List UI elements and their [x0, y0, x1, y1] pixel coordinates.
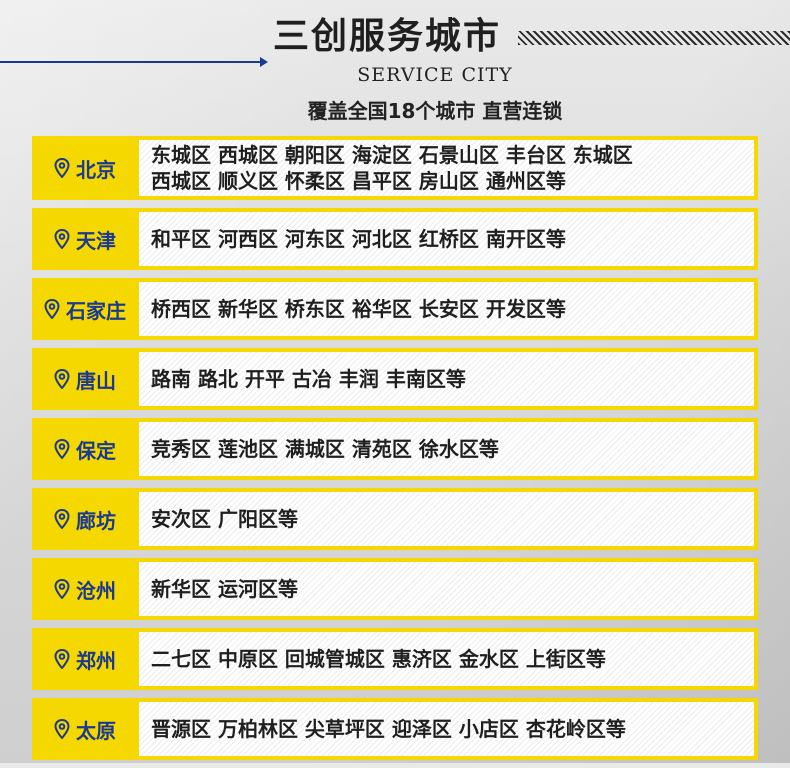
city-label: 廊坊	[32, 488, 138, 550]
city-list: 北京 东城区 西城区 朝阳区 海淀区 石景山区 丰台区 东城区 西城区 顺义区 …	[32, 136, 758, 768]
city-label: 保定	[32, 418, 138, 480]
district-text: 晋源区 万柏林区 尖草坪区 迎泽区 小店区 杏花岭区等	[151, 717, 626, 741]
location-pin-icon	[54, 649, 70, 669]
city-label: 天津	[32, 208, 138, 270]
city-label: 沧州	[32, 558, 138, 620]
city-label: 郑州	[32, 628, 138, 690]
city-name: 沧州	[76, 578, 116, 603]
city-label: 太原	[32, 698, 138, 760]
district-list: 新华区 运河区等	[139, 562, 754, 616]
city-row-langfang: 廊坊 安次区 广阳区等	[32, 488, 758, 550]
city-name: 廊坊	[76, 508, 116, 533]
location-pin-icon	[54, 158, 70, 178]
city-row-taiyuan: 太原 晋源区 万柏林区 尖草坪区 迎泽区 小店区 杏花岭区等	[32, 698, 758, 760]
city-label: 唐山	[32, 348, 138, 410]
hatch-decoration	[518, 31, 790, 45]
city-label: 北京	[32, 136, 138, 200]
location-pin-icon	[54, 439, 70, 459]
district-text: 新华区 运河区等	[151, 577, 298, 601]
decorative-line	[0, 61, 262, 63]
city-name: 天津	[76, 228, 116, 253]
district-list: 路南 路北 开平 古冶 丰润 丰南区等	[139, 352, 754, 406]
district-text: 二七区 中原区 回城管城区 惠济区 金水区 上街区等	[151, 647, 606, 671]
district-text: 桥西区 新华区 桥东区 裕华区 长安区 开发区等	[151, 297, 566, 321]
district-text: 和平区 河西区 河东区 河北区 红桥区 南开区等	[151, 227, 566, 251]
city-label: 石家庄	[32, 278, 138, 340]
district-text: 竞秀区 莲池区 满城区 清苑区 徐水区等	[151, 437, 499, 461]
city-row-zhengzhou: 郑州 二七区 中原区 回城管城区 惠济区 金水区 上街区等	[32, 628, 758, 690]
city-name: 郑州	[76, 648, 116, 673]
location-pin-icon	[54, 509, 70, 529]
district-list: 竞秀区 莲池区 满城区 清苑区 徐水区等	[139, 422, 754, 476]
district-list: 东城区 西城区 朝阳区 海淀区 石景山区 丰台区 东城区 西城区 顺义区 怀柔区…	[139, 140, 754, 196]
location-pin-icon	[44, 299, 60, 319]
city-row-cangzhou: 沧州 新华区 运河区等	[32, 558, 758, 620]
city-row-shijiazhuang: 石家庄 桥西区 新华区 桥东区 裕华区 长安区 开发区等	[32, 278, 758, 340]
district-list: 二七区 中原区 回城管城区 惠济区 金水区 上街区等	[139, 632, 754, 686]
city-name: 保定	[76, 438, 116, 463]
district-text: 安次区 广阳区等	[151, 507, 298, 531]
district-text: 路南 路北 开平 古冶 丰润 丰南区等	[151, 367, 466, 391]
district-list: 安次区 广阳区等	[139, 492, 754, 546]
city-name: 唐山	[76, 368, 116, 393]
district-list: 和平区 河西区 河东区 河北区 红桥区 南开区等	[139, 212, 754, 266]
city-row-tianjin: 天津 和平区 河西区 河东区 河北区 红桥区 南开区等	[32, 208, 758, 270]
location-pin-icon	[54, 719, 70, 739]
city-row-tangshan: 唐山 路南 路北 开平 古冶 丰润 丰南区等	[32, 348, 758, 410]
city-name: 太原	[76, 718, 116, 743]
city-name: 北京	[76, 157, 116, 182]
district-text: 东城区 西城区 朝阳区 海淀区 石景山区 丰台区 东城区	[151, 143, 633, 167]
city-row-baoding: 保定 竞秀区 莲池区 满城区 清苑区 徐水区等	[32, 418, 758, 480]
location-pin-icon	[54, 229, 70, 249]
city-row-beijing: 北京 东城区 西城区 朝阳区 海淀区 石景山区 丰台区 东城区 西城区 顺义区 …	[32, 136, 758, 200]
location-pin-icon	[54, 369, 70, 389]
district-list: 晋源区 万柏林区 尖草坪区 迎泽区 小店区 杏花岭区等	[139, 702, 754, 756]
header: 三创服务城市 SERVICE CITY 覆盖全国18个城市 直营连锁	[0, 0, 790, 130]
page-title: 三创服务城市	[273, 16, 502, 57]
tagline: 覆盖全国18个城市 直营连锁	[307, 99, 563, 123]
district-list: 桥西区 新华区 桥东区 裕华区 长安区 开发区等	[139, 282, 754, 336]
page-subtitle: SERVICE CITY	[357, 64, 513, 86]
location-pin-icon	[54, 579, 70, 599]
city-name: 石家庄	[66, 298, 126, 323]
district-text: 西城区 顺义区 怀柔区 昌平区 房山区 通州区等	[151, 169, 566, 193]
